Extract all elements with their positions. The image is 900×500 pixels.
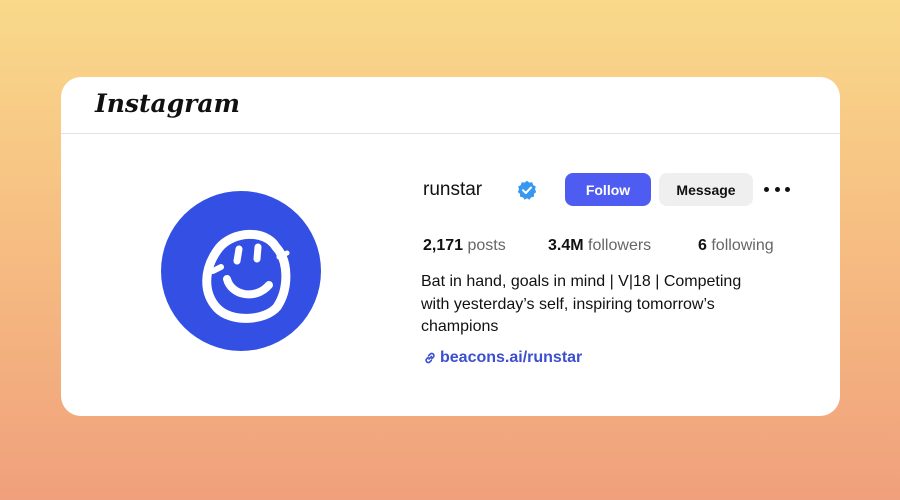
more-options-icon[interactable] <box>764 181 790 197</box>
follow-button[interactable]: Follow <box>565 173 651 206</box>
verified-badge-icon <box>517 180 537 200</box>
profile-link-text: beacons.ai/runstar <box>440 349 583 366</box>
following-count: 6 <box>698 237 707 254</box>
username: runstar <box>423 179 483 200</box>
dot <box>764 186 769 192</box>
following-stat[interactable]: 6 following <box>698 237 774 255</box>
instagram-logo[interactable]: Instagram <box>95 89 240 118</box>
smiley-logo-icon <box>202 229 291 323</box>
profile-card: Instagram runstar Follow Message 2,171 p… <box>61 77 840 416</box>
followers-stat[interactable]: 3.4M followers <box>548 237 651 255</box>
posts-count: 2,171 <box>423 237 464 254</box>
card-header: Instagram <box>61 77 840 134</box>
dot <box>785 186 790 192</box>
profile-link[interactable]: beacons.ai/runstar <box>423 349 582 367</box>
dot <box>774 186 780 192</box>
message-button[interactable]: Message <box>659 173 753 206</box>
posts-label: posts <box>467 237 506 254</box>
profile-stats: 2,171 posts 3.4M followers 6 following <box>423 237 803 257</box>
followers-count: 3.4M <box>548 237 584 254</box>
posts-stat[interactable]: 2,171 posts <box>423 237 506 255</box>
avatar[interactable] <box>161 191 321 351</box>
link-icon <box>425 352 435 364</box>
bio-text: Bat in hand, goals in mind | V|18 | Comp… <box>421 273 742 335</box>
followers-label: followers <box>588 237 652 254</box>
following-label: following <box>711 237 774 254</box>
